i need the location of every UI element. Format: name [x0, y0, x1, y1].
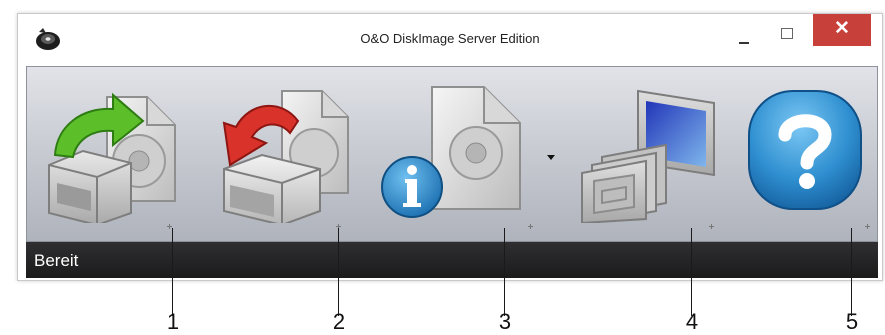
- minimize-button[interactable]: [726, 20, 762, 54]
- main-toolbar: [26, 66, 878, 242]
- image-info-button[interactable]: [372, 73, 557, 233]
- status-text: Bereit: [34, 251, 79, 270]
- callout-number-4: 4: [685, 309, 699, 334]
- callout-anchor-5: [865, 224, 870, 229]
- status-bar: Bereit: [26, 242, 878, 278]
- callout-number-2: 2: [332, 309, 346, 334]
- callout-number-3: 3: [498, 309, 512, 334]
- title-bar[interactable]: O&O DiskImage Server Edition ✕: [18, 14, 882, 64]
- drive-restore-icon: [222, 90, 349, 223]
- callout-line-3: [504, 228, 505, 316]
- callout-line-5: [851, 228, 852, 316]
- callout-line-2: [338, 228, 339, 316]
- drive-backup-icon: [48, 92, 176, 223]
- close-button[interactable]: ✕: [813, 14, 871, 46]
- callout-line-1: [172, 228, 173, 316]
- help-question-icon: [748, 90, 862, 210]
- maximize-button[interactable]: [769, 20, 805, 54]
- callout-number-5: 5: [845, 309, 859, 334]
- restore-button[interactable]: [202, 73, 357, 233]
- app-window: O&O DiskImage Server Edition ✕ Bereit: [17, 13, 883, 281]
- callout-line-4: [691, 228, 692, 316]
- virtual-drive-monitor-icon: [581, 89, 715, 223]
- image-info-dropdown-arrow[interactable]: [547, 155, 555, 160]
- callout-anchor-4: [709, 224, 714, 229]
- callout-anchor-3: [528, 224, 533, 229]
- mount-image-button[interactable]: [562, 73, 727, 233]
- image-info-icon: [381, 86, 521, 218]
- help-button[interactable]: [727, 73, 872, 233]
- callout-number-1: 1: [166, 309, 180, 334]
- backup-button[interactable]: [35, 73, 190, 233]
